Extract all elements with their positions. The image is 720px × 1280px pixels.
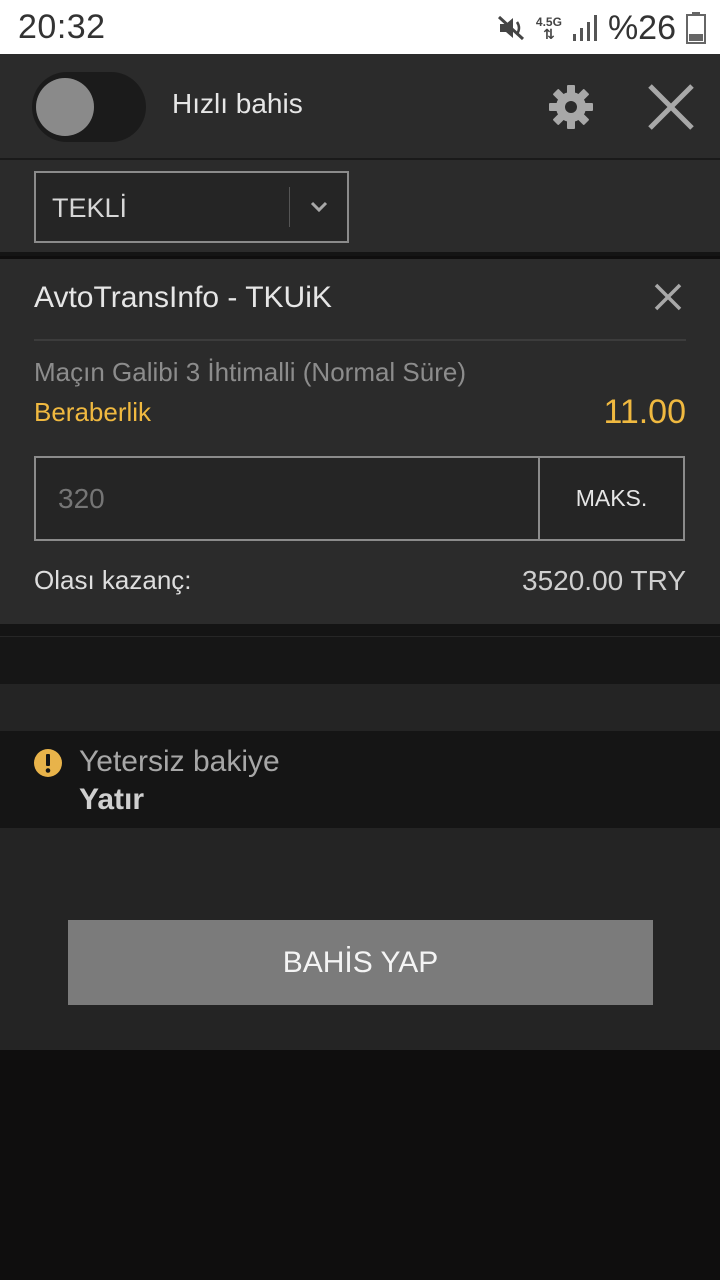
place-bet-button[interactable]: BAHİS YAP xyxy=(68,920,653,1005)
quick-bet-toggle[interactable] xyxy=(32,72,146,142)
battery-level: %26 xyxy=(607,8,676,47)
betslip-footer: BAHİS YAP xyxy=(0,828,720,1050)
status-icons: 4.5G ⇅ %26 xyxy=(496,8,706,48)
bet-card: AvtoTransInfo - TKUiK Maçın Galibi 3 İht… xyxy=(0,259,720,624)
spacer xyxy=(0,684,720,731)
potential-win-value: 3520.00 TRY xyxy=(522,565,686,596)
odds-value: 11.00 xyxy=(603,393,686,431)
status-bar: 20:32 4.5G ⇅ %26 xyxy=(0,0,720,54)
selection-name: Beraberlik xyxy=(34,397,152,427)
spacer xyxy=(0,636,720,684)
card-divider xyxy=(34,339,686,341)
bet-type-select[interactable]: TEKLİ xyxy=(34,171,349,243)
close-icon[interactable] xyxy=(646,82,696,132)
bet-type-value: TEKLİ xyxy=(52,193,128,223)
stake-input[interactable] xyxy=(36,458,540,539)
battery-icon xyxy=(686,12,706,44)
network-arrows-icon: 4.5G ⇅ xyxy=(535,15,562,42)
max-stake-button[interactable]: MAKS. xyxy=(538,458,683,539)
gear-icon[interactable] xyxy=(548,84,594,130)
signal-icon xyxy=(572,15,597,41)
balance-warning: Yetersiz bakiye Yatır xyxy=(0,731,720,828)
toggle-knob xyxy=(36,78,94,136)
betslip-header: Hızlı bahis xyxy=(0,54,720,160)
status-time: 20:32 xyxy=(18,8,106,46)
deposit-link[interactable]: Yatır xyxy=(79,783,144,817)
potential-win-label: Olası kazanç: xyxy=(34,565,192,595)
market-name: Maçın Galibi 3 İhtimalli (Normal Süre) xyxy=(34,357,467,387)
spacer xyxy=(0,624,720,636)
mute-icon xyxy=(497,15,524,41)
warning-icon xyxy=(34,749,62,777)
select-divider xyxy=(289,187,290,227)
match-title: AvtoTransInfo - TKUiK xyxy=(34,281,332,314)
remove-bet-icon[interactable] xyxy=(652,281,684,313)
backdrop xyxy=(0,1050,720,1280)
bet-type-bar: TEKLİ xyxy=(0,160,720,256)
chevron-down-icon xyxy=(310,201,328,213)
stake-box: MAKS. xyxy=(34,456,685,541)
quick-bet-label: Hızlı bahis xyxy=(172,88,303,119)
warning-message: Yetersiz bakiye xyxy=(79,745,280,778)
